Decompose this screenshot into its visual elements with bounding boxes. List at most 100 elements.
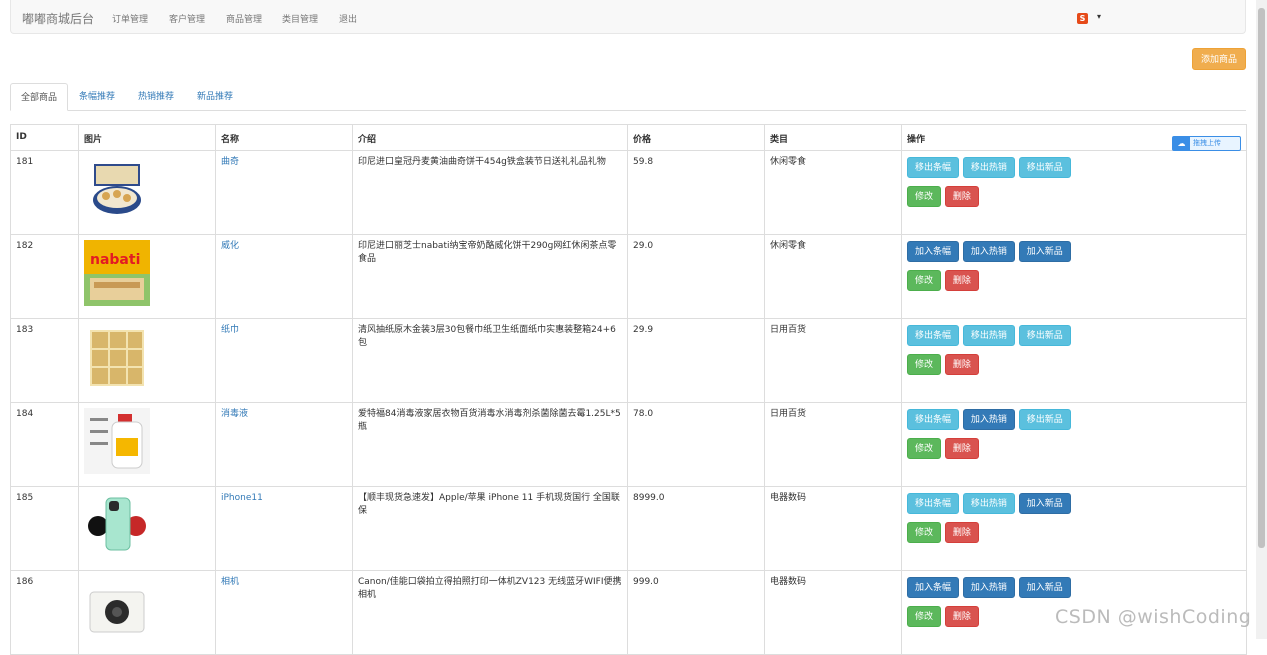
- nav-logout[interactable]: 退出: [339, 12, 357, 25]
- banner-toggle-button[interactable]: 移出条幅: [907, 325, 960, 346]
- cell-intro: 【顺丰现货急速发】Apple/苹果 iPhone 11 手机现货国行 全国联保: [352, 486, 628, 571]
- hot-toggle-button[interactable]: 加入热销: [962, 241, 1015, 262]
- banner-toggle-button[interactable]: 加入条幅: [907, 241, 960, 262]
- delete-button[interactable]: 删除: [944, 606, 979, 627]
- header-price: 价格: [627, 124, 765, 151]
- edit-button[interactable]: 修改: [907, 186, 942, 207]
- new-toggle-button[interactable]: 加入新品: [1018, 241, 1071, 262]
- table-row: 185 iPhone11 【顺丰现货急速发】Apple/苹果 iPhone 11…: [10, 486, 1247, 571]
- table-header-row: ID 图片 名称 介绍 价格 类目 操作: [10, 124, 1247, 151]
- edit-button[interactable]: 修改: [907, 438, 942, 459]
- banner-toggle-button[interactable]: 移出条幅: [907, 157, 960, 178]
- cell-category: 休闲零食: [764, 234, 902, 319]
- hot-toggle-button[interactable]: 加入热销: [962, 577, 1015, 598]
- recommend-actions: 移出条幅 移出热销 移出新品: [907, 325, 1241, 354]
- delete-button[interactable]: 删除: [944, 354, 979, 375]
- cell-image: [78, 402, 216, 487]
- banner-toggle-button[interactable]: 移出条幅: [907, 409, 960, 430]
- hot-toggle-button[interactable]: 移出热销: [962, 325, 1015, 346]
- nav-products[interactable]: 商品管理: [226, 12, 262, 25]
- new-toggle-button[interactable]: 移出新品: [1018, 157, 1071, 178]
- cell-price: 59.8: [627, 150, 765, 235]
- cell-intro: 爱特福84消毒液家居衣物百货消毒水消毒剂杀菌除菌去霉1.25L*5瓶: [352, 402, 628, 487]
- cell-price: 999.0: [627, 570, 765, 655]
- cell-image: [78, 318, 216, 403]
- nav-categories[interactable]: 类目管理: [282, 12, 318, 25]
- add-product-button[interactable]: 添加商品: [1192, 48, 1246, 70]
- product-image: [84, 492, 150, 558]
- cell-name: 相机: [215, 570, 353, 655]
- edit-button[interactable]: 修改: [907, 522, 942, 543]
- new-toggle-button[interactable]: 移出新品: [1018, 409, 1071, 430]
- cell-id: 183: [10, 318, 79, 403]
- watermark: CSDN @wishCoding: [1055, 606, 1252, 628]
- new-toggle-button[interactable]: 加入新品: [1018, 577, 1071, 598]
- cell-id: 186: [10, 570, 79, 655]
- cell-price: 8999.0: [627, 486, 765, 571]
- extension-dropdown-icon[interactable]: ▾: [1097, 12, 1101, 21]
- nav-orders[interactable]: 订单管理: [112, 12, 148, 25]
- header-category: 类目: [764, 124, 902, 151]
- drag-upload-label: 拖拽上传: [1193, 139, 1221, 147]
- cell-actions: 移出条幅 移出热销 移出新品 修改 删除: [901, 150, 1247, 235]
- table-row: 182 nabati 威化 印尼进口丽芝士nabati纳宝帝奶酪威化饼干290g…: [10, 234, 1247, 319]
- page-scrollbar[interactable]: [1256, 0, 1267, 639]
- drag-upload-widget[interactable]: ☁ 拖拽上传: [1172, 136, 1241, 151]
- top-navbar: 嘟嘟商城后台 订单管理 客户管理 商品管理 类目管理 退出 S ▾: [10, 0, 1246, 34]
- edit-actions: 修改 删除: [907, 186, 1241, 215]
- tab-new[interactable]: 新品推荐: [187, 83, 243, 111]
- new-toggle-button[interactable]: 移出新品: [1018, 325, 1071, 346]
- edit-actions: 修改 删除: [907, 522, 1241, 551]
- scrollbar-thumb[interactable]: [1258, 8, 1265, 548]
- cell-name: 纸巾: [215, 318, 353, 403]
- extension-icon[interactable]: S: [1077, 13, 1088, 24]
- product-name-link[interactable]: 纸巾: [221, 325, 239, 335]
- cell-image: nabati: [78, 234, 216, 319]
- edit-button[interactable]: 修改: [907, 270, 942, 291]
- brand-title[interactable]: 嘟嘟商城后台: [22, 10, 94, 27]
- svg-text:nabati: nabati: [90, 252, 140, 268]
- tab-all-products[interactable]: 全部商品: [10, 83, 69, 111]
- recommend-actions: 移出条幅 移出热销 移出新品: [907, 157, 1241, 186]
- hot-toggle-button[interactable]: 移出热销: [962, 493, 1015, 514]
- cell-image: [78, 150, 216, 235]
- header-intro: 介绍: [352, 124, 628, 151]
- table-row: 184 消毒液 爱特福84消毒液家居衣物百货消毒水消毒剂杀菌除菌去霉1.25L*…: [10, 402, 1247, 487]
- edit-button[interactable]: 修改: [907, 354, 942, 375]
- header-id: ID: [10, 124, 79, 151]
- delete-button[interactable]: 删除: [944, 186, 979, 207]
- banner-toggle-button[interactable]: 移出条幅: [907, 493, 960, 514]
- product-name-link[interactable]: 消毒液: [221, 409, 248, 419]
- product-name-link[interactable]: 相机: [221, 577, 239, 587]
- header-name: 名称: [215, 124, 353, 151]
- product-name-link[interactable]: 曲奇: [221, 157, 239, 167]
- delete-button[interactable]: 删除: [944, 522, 979, 543]
- cell-intro: 印尼进口丽芝士nabati纳宝帝奶酪威化饼干290g网红休闲茶点零食品: [352, 234, 628, 319]
- edit-actions: 修改 删除: [907, 354, 1241, 383]
- recommend-actions: 加入条幅 加入热销 加入新品: [907, 577, 1241, 606]
- tab-hot[interactable]: 热销推荐: [128, 83, 184, 111]
- edit-button[interactable]: 修改: [907, 606, 942, 627]
- banner-toggle-button[interactable]: 加入条幅: [907, 577, 960, 598]
- hot-toggle-button[interactable]: 加入热销: [962, 409, 1015, 430]
- delete-button[interactable]: 删除: [944, 270, 979, 291]
- cell-name: 威化: [215, 234, 353, 319]
- product-name-link[interactable]: 威化: [221, 241, 239, 251]
- recommend-actions: 移出条幅 加入热销 移出新品: [907, 409, 1241, 438]
- cell-actions: 加入条幅 加入热销 加入新品 修改 删除: [901, 234, 1247, 319]
- cell-actions: 移出条幅 加入热销 移出新品 修改 删除: [901, 402, 1247, 487]
- cell-name: iPhone11: [215, 486, 353, 571]
- cell-price: 29.0: [627, 234, 765, 319]
- product-name-link[interactable]: iPhone11: [221, 493, 263, 503]
- product-image: [84, 324, 150, 390]
- cell-actions: 移出条幅 移出热销 加入新品 修改 删除: [901, 486, 1247, 571]
- new-toggle-button[interactable]: 加入新品: [1018, 493, 1071, 514]
- edit-actions: 修改 删除: [907, 438, 1241, 467]
- product-image: [84, 576, 150, 642]
- product-image: nabati: [84, 240, 150, 306]
- cell-category: 日用百货: [764, 318, 902, 403]
- nav-customers[interactable]: 客户管理: [169, 12, 205, 25]
- tab-banner[interactable]: 条幅推荐: [69, 83, 125, 111]
- delete-button[interactable]: 删除: [944, 438, 979, 459]
- hot-toggle-button[interactable]: 移出热销: [962, 157, 1015, 178]
